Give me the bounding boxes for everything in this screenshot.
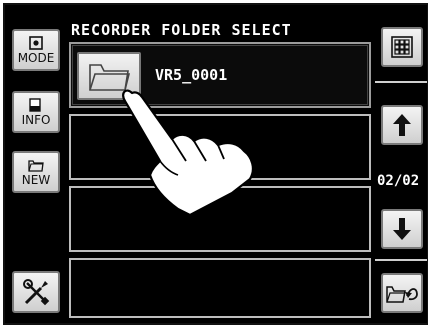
folder-row-empty[interactable]	[69, 258, 371, 318]
settings-tools-icon	[23, 279, 50, 306]
grid-view-icon	[391, 36, 413, 58]
arrow-down-icon	[393, 218, 411, 240]
arrow-up-icon	[393, 114, 411, 136]
mode-button[interactable]: MODE	[12, 29, 60, 71]
left-toolbar: MODE INFO NEW	[5, 5, 67, 323]
right-toolbar: 02/02	[375, 5, 427, 323]
new-label: NEW	[21, 173, 51, 187]
divider	[375, 81, 427, 83]
page-up-button[interactable]	[381, 105, 423, 145]
page-down-button[interactable]	[381, 209, 423, 249]
new-folder-icon	[28, 160, 44, 172]
tools-button[interactable]	[12, 271, 60, 313]
mode-label: MODE	[17, 51, 55, 65]
info-label: INFO	[21, 113, 51, 127]
page-title: RECORDER FOLDER SELECT	[71, 21, 292, 39]
new-folder-button[interactable]: NEW	[12, 151, 60, 193]
back-folder-icon	[386, 286, 418, 303]
info-button[interactable]: INFO	[12, 91, 60, 133]
mode-icon	[29, 36, 43, 50]
pointing-hand-illustration	[122, 89, 254, 217]
divider	[375, 259, 427, 261]
info-icon	[29, 98, 41, 112]
back-button[interactable]	[381, 273, 423, 313]
folder-name: VR5_0001	[155, 66, 228, 84]
page-indicator: 02/02	[377, 173, 420, 189]
device-screen: MODE INFO NEW RECORDER FOLDER SELECT VR5…	[3, 3, 428, 325]
grid-view-button[interactable]	[381, 27, 423, 67]
